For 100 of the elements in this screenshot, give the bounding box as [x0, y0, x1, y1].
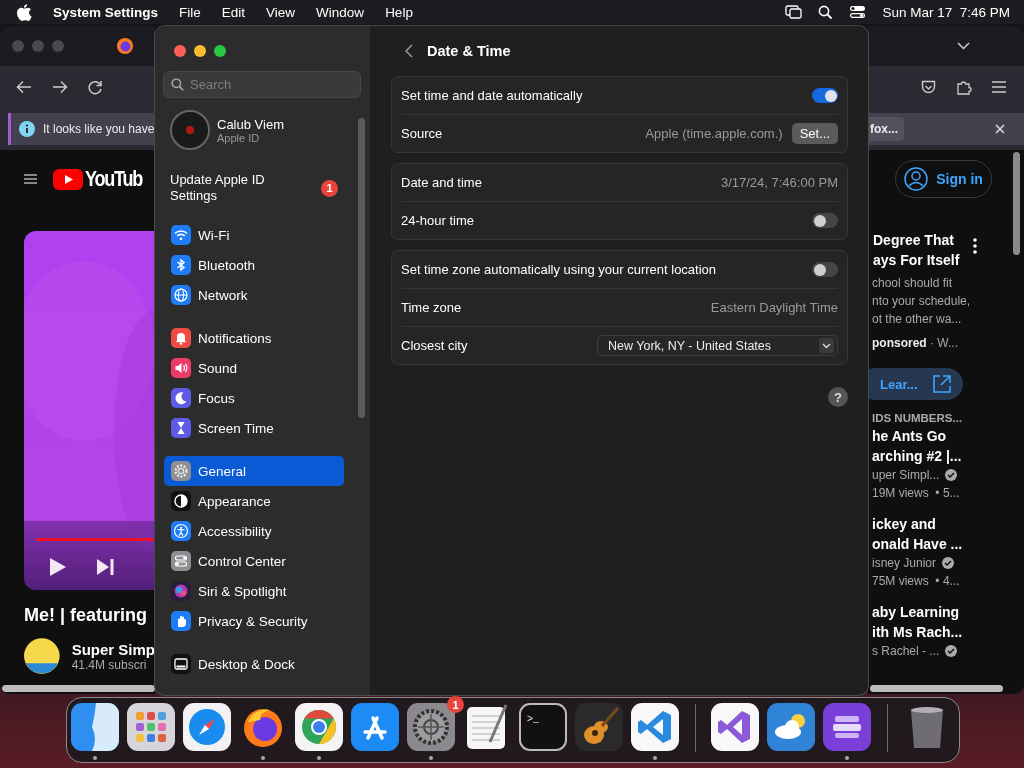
setting-value: Apple (time.apple.com.) — [645, 126, 783, 141]
check-badge-icon — [942, 557, 955, 569]
channel-name[interactable]: s Rachel - ... — [872, 642, 940, 660]
ad-title-line[interactable]: ays For Itself — [873, 250, 960, 270]
video-title-line[interactable]: onald Have ... — [872, 534, 1024, 554]
menu-item[interactable]: Edit — [221, 4, 246, 20]
channel-name[interactable]: Super Simp — [71, 640, 155, 658]
sidebar-item[interactable]: Accessibility — [164, 516, 344, 546]
channel-name[interactable]: isney Junior — [872, 554, 937, 572]
scrollbar[interactable] — [870, 685, 1003, 692]
search-icon — [171, 78, 184, 91]
toggle-switch[interactable] — [812, 88, 838, 103]
learn-more-button[interactable]: Lear... — [868, 368, 963, 400]
close-icon[interactable] — [995, 124, 1005, 134]
check-badge-icon — [945, 645, 958, 657]
menu-item[interactable]: Help — [385, 4, 413, 20]
video-title-line[interactable]: ith Ms Rach... — [872, 622, 1024, 642]
sidebar-item[interactable]: Bluetooth — [164, 250, 344, 280]
sidebar-item[interactable]: Focus — [164, 383, 344, 413]
scrollbar[interactable] — [2, 685, 155, 692]
channel-avatar[interactable] — [24, 636, 60, 676]
toggles-icon[interactable] — [849, 5, 867, 19]
flame-globe-icon[interactable] — [116, 37, 134, 55]
video-title-line[interactable]: aby Learning — [872, 602, 1024, 622]
back-chevron-icon[interactable] — [405, 44, 413, 58]
layers-icon[interactable] — [822, 702, 872, 752]
sidebar-item[interactable]: Network — [164, 280, 344, 310]
menu-icon[interactable] — [992, 81, 1006, 93]
menu-clock[interactable]: Sun Mar 17 7:46 PM — [882, 4, 1010, 20]
search-field[interactable]: Search — [163, 71, 361, 98]
setting-label: Set time zone automatically using your current location — [401, 262, 717, 277]
two-tone-icon[interactable] — [70, 702, 120, 752]
notification-button[interactable]: fox... — [868, 117, 904, 141]
sponsored-label: ponsored · W... — [872, 336, 959, 350]
reload-icon[interactable] — [88, 79, 103, 95]
city-dropdown[interactable]: New York, NY - United States — [597, 335, 838, 356]
play-icon[interactable] — [50, 558, 66, 576]
close-button[interactable] — [174, 45, 186, 57]
skip-next-icon[interactable] — [97, 559, 114, 575]
toggle-switch[interactable] — [812, 213, 838, 228]
screens-icon[interactable] — [785, 5, 803, 19]
search-icon[interactable] — [818, 4, 834, 20]
sidebar-item[interactable]: Desktop & Dock — [164, 649, 344, 679]
forward-arrow-icon[interactable] — [52, 80, 68, 94]
video-title[interactable]: Me! | featuring — [24, 605, 155, 626]
sidebar-item[interactable]: General — [164, 456, 344, 486]
sidebar-item[interactable]: Control Center — [164, 546, 344, 576]
help-button[interactable]: ? — [828, 387, 848, 407]
sidebar-item[interactable]: Notifications — [164, 323, 344, 353]
zoom-button[interactable] — [214, 45, 226, 57]
video-title-line[interactable]: ickey and — [872, 514, 1024, 534]
menu-item[interactable]: Window — [316, 4, 365, 20]
grid-icon[interactable] — [126, 702, 176, 752]
shelf-label: IDS NUMBERS... — [872, 412, 964, 424]
menu-item[interactable]: View — [266, 4, 296, 20]
video-title-line[interactable]: arching #2 |... — [872, 446, 1024, 466]
ribbon-icon[interactable] — [630, 702, 680, 752]
puzzle-icon[interactable] — [956, 79, 972, 95]
chevron-down-icon[interactable] — [957, 42, 970, 50]
more-icon[interactable] — [973, 238, 977, 254]
scrollbar[interactable] — [1013, 152, 1020, 255]
a-shape-icon[interactable] — [350, 702, 400, 752]
chevron-down-icon — [822, 342, 831, 349]
channel-name[interactable]: uper Simpl... — [872, 466, 940, 484]
video-title-line[interactable]: he Ants Go — [872, 426, 1024, 446]
apple-icon[interactable] — [17, 3, 32, 21]
infinity-ribbon-icon[interactable] — [710, 702, 760, 752]
sidebar-item[interactable]: Wi-Fi — [164, 220, 344, 250]
sidebar-item[interactable]: Appearance — [164, 486, 344, 516]
guitar-icon[interactable] — [574, 702, 624, 752]
ad-description-line: chool should fit — [872, 275, 954, 292]
setting-value: 3/17/24, 7:46:00 PM — [720, 175, 838, 190]
logo-text[interactable]: YouTub — [85, 166, 143, 192]
notice-text[interactable]: Update Apple ID Settings — [170, 172, 290, 204]
ad-description-line: ot the other wa... — [872, 311, 963, 328]
app-menu[interactable]: System Settings — [53, 4, 159, 20]
scrollbar[interactable] — [358, 118, 365, 418]
cloud-sun-icon[interactable] — [766, 702, 816, 752]
menu-icon[interactable] — [24, 172, 38, 186]
shield-icon[interactable] — [921, 79, 936, 95]
sidebar-item[interactable]: Privacy & Security — [164, 606, 344, 636]
video-meta: 19M views • 5... — [872, 485, 961, 502]
play-logo-icon[interactable] — [53, 168, 84, 190]
sidebar-item[interactable]: Screen Time — [164, 413, 344, 443]
user-icon — [904, 167, 929, 191]
page-title: Date & Time — [427, 43, 511, 59]
set-button[interactable]: Set... — [791, 123, 838, 144]
terminal-icon[interactable]: >_ — [518, 702, 568, 752]
video-meta: 75M views • 4... — [872, 573, 961, 590]
account-name[interactable]: Calub Viem — [217, 116, 284, 132]
ad-title-line[interactable]: Degree That — [873, 230, 960, 250]
avatar[interactable] — [170, 110, 210, 150]
minimize-button[interactable] — [194, 45, 206, 57]
sidebar-item[interactable]: Sound — [164, 353, 344, 383]
menu-item[interactable]: File — [179, 4, 201, 20]
back-arrow-icon[interactable] — [16, 80, 32, 94]
setting-label: Set time and date automatically — [401, 88, 583, 103]
toggle-switch[interactable] — [812, 262, 838, 277]
compass-icon[interactable] — [182, 702, 232, 752]
sidebar-item[interactable]: Siri & Spotlight — [164, 576, 344, 606]
